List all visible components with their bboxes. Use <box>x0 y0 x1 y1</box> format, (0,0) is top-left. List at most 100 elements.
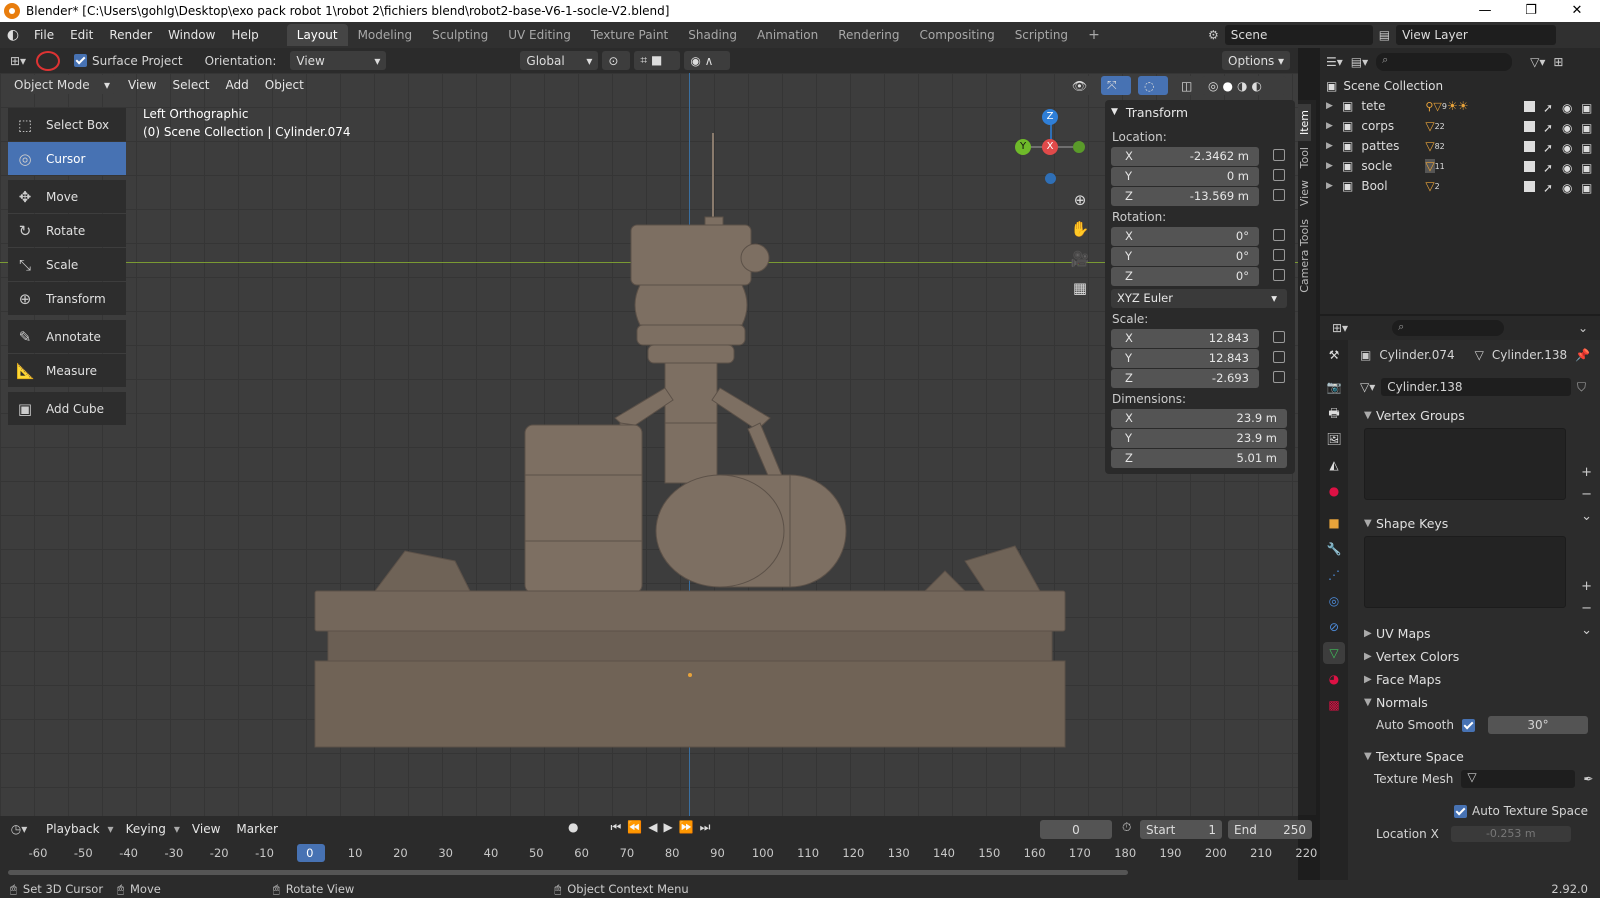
timeline-scrollbar[interactable] <box>8 870 1128 875</box>
tool-move[interactable]: ✥ Move <box>8 180 126 213</box>
tab-tool[interactable]: Tool <box>1298 141 1311 174</box>
scene-collection-row[interactable]: ▣ Scene Collection <box>1320 76 1600 96</box>
shape-keys-list[interactable] <box>1364 536 1566 608</box>
eye-icon[interactable]: ◉ <box>1562 161 1573 175</box>
surface-project-toggle[interactable]: Surface Project <box>74 54 183 68</box>
filter-icon[interactable]: ▽▾ <box>1530 55 1545 69</box>
tab-animation[interactable]: Animation <box>747 24 828 46</box>
dimension-x-field[interactable]: X 23.9 m <box>1111 408 1287 428</box>
eye-icon[interactable]: ◉ <box>1562 181 1573 195</box>
play-reverse-icon[interactable]: ◀ <box>648 820 657 835</box>
outliner-search-input[interactable]: ⌕ <box>1376 53 1513 71</box>
section-shape-keys[interactable]: ▼ Shape Keys <box>1356 512 1600 534</box>
robot-model[interactable] <box>0 73 1298 816</box>
lock-icon[interactable] <box>1273 249 1285 261</box>
scene-selector[interactable]: Scene <box>1224 25 1373 45</box>
timeline-menu-marker[interactable]: Marker <box>228 822 285 836</box>
surface-project-checkbox[interactable] <box>74 54 87 67</box>
mesh-datablock-field[interactable]: Cylinder.138 <box>1381 378 1571 396</box>
outliner-row-pattes[interactable]: ▶ ▣ pattes ▽ 82 ➚ ◉ ▣ <box>1320 136 1600 156</box>
tab-sculpting[interactable]: Sculpting <box>422 24 498 46</box>
record-icon[interactable]: ● <box>568 820 578 835</box>
tab-layout[interactable]: Layout <box>286 24 348 46</box>
scale-x-field[interactable]: X 12.843 <box>1111 328 1259 348</box>
transform-panel-header[interactable]: ▼ Transform <box>1105 100 1295 124</box>
rotation-z-field[interactable]: Z 0° <box>1111 266 1259 286</box>
minimize-button[interactable]: — <box>1462 0 1508 22</box>
location-z-field[interactable]: Z -13.569 m <box>1111 186 1259 206</box>
display-mode-icon[interactable]: ▤▾ <box>1351 55 1368 69</box>
output-tab-icon[interactable]: 🖶 <box>1323 402 1345 424</box>
camera-icon[interactable]: ▣ <box>1581 141 1592 155</box>
navigation-gizmo[interactable]: Z Y X <box>1015 109 1085 189</box>
mesh-data-tab-icon[interactable]: ▽ <box>1323 642 1345 664</box>
tab-shading[interactable]: Shading <box>678 24 747 46</box>
prev-keyframe-icon[interactable]: ⏪ <box>627 820 642 835</box>
options-dropdown[interactable]: Options ▾ <box>1222 51 1290 70</box>
tab-rendering[interactable]: Rendering <box>828 24 909 46</box>
tool-annotate[interactable]: ✎ Annotate <box>8 320 126 353</box>
lock-icon[interactable] <box>1273 229 1285 241</box>
tab-scripting[interactable]: Scripting <box>1005 24 1078 46</box>
checkbox-icon[interactable] <box>1524 100 1535 112</box>
mesh-browse-icon[interactable]: ▽▾ <box>1360 380 1375 394</box>
tab-modeling[interactable]: Modeling <box>348 24 423 46</box>
eyedropper-icon[interactable]: ✒ <box>1583 772 1593 786</box>
timeline-menu-view[interactable]: View <box>184 822 228 836</box>
add-workspace-icon[interactable]: + <box>1078 24 1110 46</box>
lock-icon[interactable] <box>1273 371 1285 383</box>
expand-icon[interactable]: ▶ <box>1326 121 1340 131</box>
close-button[interactable]: ✕ <box>1554 0 1600 22</box>
tab-item[interactable]: Item <box>1298 104 1311 142</box>
gizmo-y-axis[interactable]: Y <box>1015 139 1031 155</box>
expand-icon[interactable]: ▶ <box>1326 141 1340 151</box>
tab-camera-tools[interactable]: Camera Tools <box>1298 213 1311 299</box>
gizmo-x-axis[interactable]: X <box>1042 139 1058 155</box>
checkbox-icon[interactable] <box>1524 140 1535 152</box>
tool-measure[interactable]: 📐 Measure <box>8 354 126 387</box>
stopwatch-icon[interactable]: ⏱ <box>1122 820 1131 835</box>
scale-y-field[interactable]: Y 12.843 <box>1111 348 1259 368</box>
cursor-tool-icon[interactable] <box>36 50 60 71</box>
constraints-tab-icon[interactable]: ⊘ <box>1323 616 1345 638</box>
properties-editor-icon[interactable]: ⊞▾ <box>1332 321 1348 335</box>
camera-icon[interactable]: ▣ <box>1581 121 1592 135</box>
select-arrow-icon[interactable]: ➚ <box>1543 141 1554 155</box>
checkbox-icon[interactable] <box>1524 120 1535 132</box>
location-x-field[interactable]: X -2.3462 m <box>1111 146 1259 166</box>
menu-help[interactable]: Help <box>223 28 266 42</box>
properties-search-input[interactable]: ⌕ <box>1392 320 1505 336</box>
outliner-row-socle[interactable]: ▶ ▣ socle ▽ 11 ➚ ◉ ▣ <box>1320 156 1600 176</box>
3d-viewport[interactable]: Object Mode ▾ View Select Add Object 👁 ⤧ … <box>0 73 1298 816</box>
lock-icon[interactable] <box>1273 269 1285 281</box>
rotation-mode-dropdown[interactable]: XYZ Euler ▾ <box>1111 288 1287 308</box>
tool-settings-tab-icon[interactable]: ⚒ <box>1323 344 1345 366</box>
lock-icon[interactable] <box>1273 149 1285 161</box>
menu-edit[interactable]: Edit <box>62 28 101 42</box>
texture-location-x-field[interactable]: -0.253 m <box>1450 826 1571 842</box>
material-tab-icon[interactable]: ◕ <box>1323 668 1345 690</box>
maximize-button[interactable]: ❐ <box>1508 0 1554 22</box>
pin-icon[interactable]: 📌 <box>1575 348 1590 362</box>
section-vertex-colors[interactable]: ▶ Vertex Colors <box>1356 645 1600 667</box>
add-icon[interactable]: + <box>1581 462 1592 484</box>
texture-tab-icon[interactable]: ▩ <box>1323 694 1345 716</box>
chevron-down-icon[interactable]: ⌄ <box>1581 620 1592 642</box>
view-layer-selector[interactable]: View Layer <box>1396 25 1557 45</box>
timeline-menu-keying[interactable]: Keying <box>118 822 174 836</box>
outliner-row-corps[interactable]: ▶ ▣ corps ▽ 22 ➚ ◉ ▣ <box>1320 116 1600 136</box>
camera-icon[interactable]: ▣ <box>1581 181 1592 195</box>
camera-icon[interactable]: ▣ <box>1581 101 1592 115</box>
eye-icon[interactable]: ◉ <box>1562 121 1573 135</box>
fake-user-shield-icon[interactable]: ⛉ <box>1577 380 1586 395</box>
jump-end-icon[interactable]: ⏭ <box>700 820 711 835</box>
particles-tab-icon[interactable]: ⋰ <box>1323 564 1345 586</box>
lock-icon[interactable] <box>1273 189 1285 201</box>
select-arrow-icon[interactable]: ➚ <box>1543 181 1554 195</box>
chevron-down-icon[interactable]: ⌄ <box>1581 506 1592 528</box>
auto-smooth-checkbox[interactable] <box>1461 718 1475 732</box>
timeline-editor-icon[interactable]: ◷▾ <box>0 822 38 836</box>
remove-icon[interactable]: − <box>1581 484 1592 506</box>
section-uv-maps[interactable]: ▶ UV Maps <box>1356 622 1600 644</box>
render-tab-icon[interactable]: 📷 <box>1323 376 1345 398</box>
